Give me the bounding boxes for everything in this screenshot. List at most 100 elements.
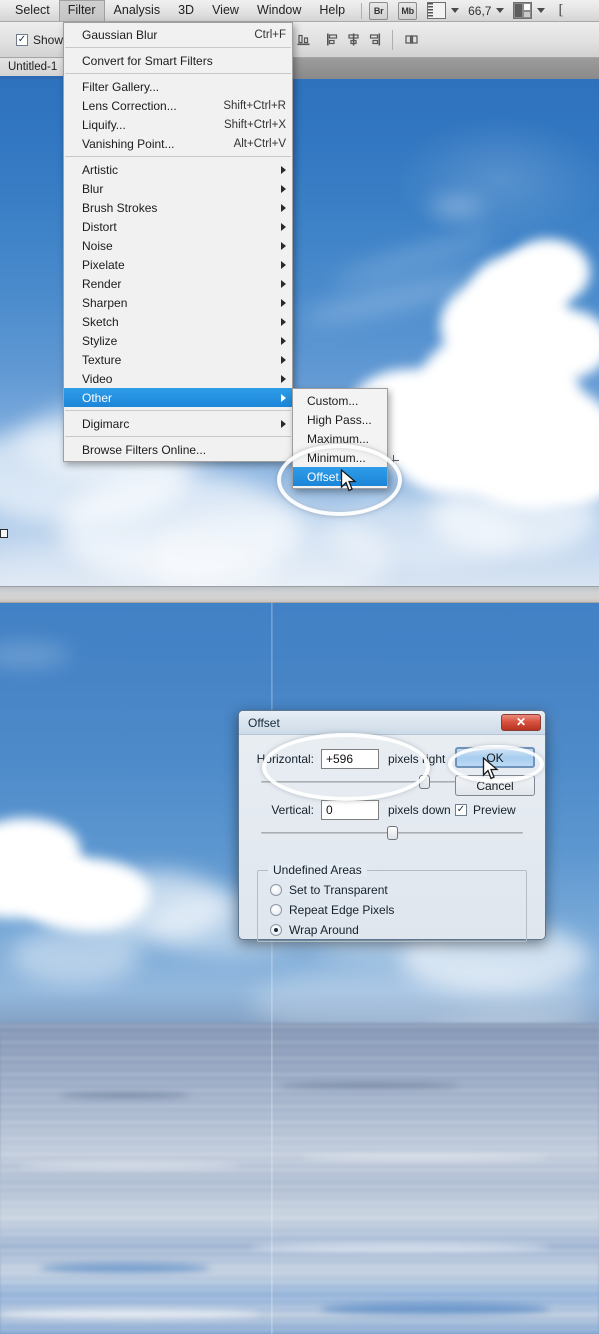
menu-item-label: Blur xyxy=(82,181,104,196)
menu-item-texture[interactable]: Texture xyxy=(64,350,292,369)
chevron-down-icon[interactable] xyxy=(496,8,505,13)
menu-item-label: Noise xyxy=(82,238,113,253)
vertical-input[interactable]: 0 xyxy=(321,800,379,820)
menu-item-browse-filters-online[interactable]: Browse Filters Online... xyxy=(64,440,292,459)
chevron-right-icon xyxy=(281,184,286,193)
close-icon[interactable]: ✕ xyxy=(501,714,541,731)
menu-item-label: Gaussian Blur xyxy=(82,27,158,42)
menu-item-label: Video xyxy=(82,371,113,386)
menu-view[interactable]: View xyxy=(203,0,248,21)
radio-set-to-transparent[interactable] xyxy=(270,884,282,896)
chevron-down-icon[interactable] xyxy=(537,8,546,13)
menu-item-label: Custom... xyxy=(307,393,359,408)
distribute-icon[interactable] xyxy=(401,30,421,50)
menu-item-render[interactable]: Render xyxy=(64,274,292,293)
offset-dialog[interactable]: Offset ✕ Horizontal: +596 pixels right V… xyxy=(238,710,546,942)
chevron-right-icon xyxy=(281,317,286,326)
radio-label: Wrap Around xyxy=(289,923,359,937)
menu-item-lens-correction[interactable]: Lens Correction... Shift+Ctrl+R xyxy=(64,96,292,115)
radio-repeat-edge-pixels-row[interactable]: Repeat Edge Pixels xyxy=(258,900,526,920)
menu-item-label: Stylize xyxy=(82,333,118,348)
menu-select[interactable]: Select xyxy=(6,0,59,21)
preview-checkbox[interactable]: ✓ xyxy=(455,804,467,816)
cloud-puff xyxy=(506,239,590,305)
menu-item-label: Browse Filters Online... xyxy=(82,442,207,457)
ok-button[interactable]: OK xyxy=(455,747,535,768)
menu-item-video[interactable]: Video xyxy=(64,369,292,388)
filter-menu[interactable]: Gaussian Blur Ctrl+F Convert for Smart F… xyxy=(63,22,293,462)
horizontal-input[interactable]: +596 xyxy=(321,749,379,769)
menu-window[interactable]: Window xyxy=(248,0,310,21)
water-ripple xyxy=(320,1303,550,1315)
chevron-right-icon xyxy=(281,165,286,174)
radio-wrap-around-row[interactable]: Wrap Around xyxy=(258,920,526,940)
menu-item-blur[interactable]: Blur xyxy=(64,179,292,198)
horizontal-label: Horizontal: xyxy=(256,752,314,766)
photoshop-window: Select Filter Analysis 3D View Window He… xyxy=(0,0,599,1334)
menu-analysis[interactable]: Analysis xyxy=(105,0,170,21)
menu-item-label: Other xyxy=(82,390,113,405)
dialog-body: Horizontal: +596 pixels right Vertical: … xyxy=(239,735,545,942)
menu-item-brush-strokes[interactable]: Brush Strokes xyxy=(64,198,292,217)
menu-item-artistic[interactable]: Artistic xyxy=(64,160,292,179)
chevron-down-icon[interactable] xyxy=(451,8,460,13)
submenu-item-custom[interactable]: Custom... xyxy=(293,391,387,410)
menu-item-gaussian-blur[interactable]: Gaussian Blur Ctrl+F xyxy=(64,25,292,44)
radio-set-to-transparent-row[interactable]: Set to Transparent xyxy=(258,880,526,900)
dialog-titlebar[interactable]: Offset ✕ xyxy=(239,711,545,735)
menu-filter[interactable]: Filter xyxy=(58,0,105,21)
align-left-edges-icon[interactable] xyxy=(322,30,342,50)
workspace-icon[interactable]: [ xyxy=(558,2,563,19)
water-ripple xyxy=(60,1093,190,1098)
submenu-item-maximum[interactable]: Maximum... xyxy=(293,429,387,448)
other-filters-submenu[interactable]: Custom... High Pass... Maximum... Minimu… xyxy=(292,388,388,489)
align-bottom-edges-icon[interactable] xyxy=(293,30,313,50)
radio-label: Set to Transparent xyxy=(289,883,388,897)
submenu-item-minimum[interactable]: Minimum... xyxy=(293,448,387,467)
arrange-documents-icon[interactable] xyxy=(513,2,533,19)
align-right-edges-icon[interactable] xyxy=(364,30,384,50)
menu-help[interactable]: Help xyxy=(310,0,354,21)
menu-item-sketch[interactable]: Sketch xyxy=(64,312,292,331)
menu-item-shortcut: Shift+Ctrl+R xyxy=(223,99,286,112)
mini-bridge-button[interactable]: Mb xyxy=(398,1,418,20)
menu-item-stylize[interactable]: Stylize xyxy=(64,331,292,350)
radio-wrap-around[interactable] xyxy=(270,924,282,936)
zoom-level-value[interactable]: 66,7 xyxy=(468,4,491,18)
menu-bar: Select Filter Analysis 3D View Window He… xyxy=(0,0,599,22)
cancel-button[interactable]: Cancel xyxy=(455,775,535,796)
dialog-buttons: OK Cancel ✓ Preview xyxy=(455,747,535,817)
document-tab-untitled-1[interactable]: Untitled-1 xyxy=(0,58,76,79)
menu-item-liquify[interactable]: Liquify... Shift+Ctrl+X xyxy=(64,115,292,134)
slider-thumb[interactable] xyxy=(387,826,398,840)
screen-mode-icon[interactable] xyxy=(427,2,447,19)
submenu-item-offset[interactable]: Offset... xyxy=(293,467,387,486)
menu-item-distort[interactable]: Distort xyxy=(64,217,292,236)
show-transform-controls-checkbox[interactable]: ✓ xyxy=(16,33,28,46)
menu-item-noise[interactable]: Noise xyxy=(64,236,292,255)
menu-item-label: Convert for Smart Filters xyxy=(82,53,213,68)
vertical-slider[interactable] xyxy=(261,825,523,841)
preview-row: ✓ Preview xyxy=(455,803,535,817)
menu-item-vanishing-point[interactable]: Vanishing Point... Alt+Ctrl+V xyxy=(64,134,292,153)
cloud-puff xyxy=(10,928,140,984)
water-ripple xyxy=(250,1243,550,1252)
align-horizontal-centers-icon[interactable] xyxy=(343,30,363,50)
menu-item-label: Pixelate xyxy=(82,257,125,272)
bridge-button[interactable]: Br xyxy=(369,1,389,20)
chevron-right-icon xyxy=(281,203,286,212)
menu-3d[interactable]: 3D xyxy=(169,0,203,21)
menu-item-sharpen[interactable]: Sharpen xyxy=(64,293,292,312)
menu-separator xyxy=(65,73,291,74)
chevron-right-icon xyxy=(281,241,286,250)
radio-repeat-edge-pixels[interactable] xyxy=(270,904,282,916)
submenu-item-high-pass[interactable]: High Pass... xyxy=(293,410,387,429)
document-tab-label: Untitled-1 xyxy=(8,61,58,73)
menu-item-convert-for-smart-filters[interactable]: Convert for Smart Filters xyxy=(64,51,292,70)
menu-item-filter-gallery[interactable]: Filter Gallery... xyxy=(64,77,292,96)
selection-handle[interactable] xyxy=(0,529,8,538)
slider-thumb[interactable] xyxy=(419,775,430,789)
menu-item-digimarc[interactable]: Digimarc xyxy=(64,414,292,433)
menu-item-other[interactable]: Other xyxy=(64,388,292,407)
menu-item-pixelate[interactable]: Pixelate xyxy=(64,255,292,274)
